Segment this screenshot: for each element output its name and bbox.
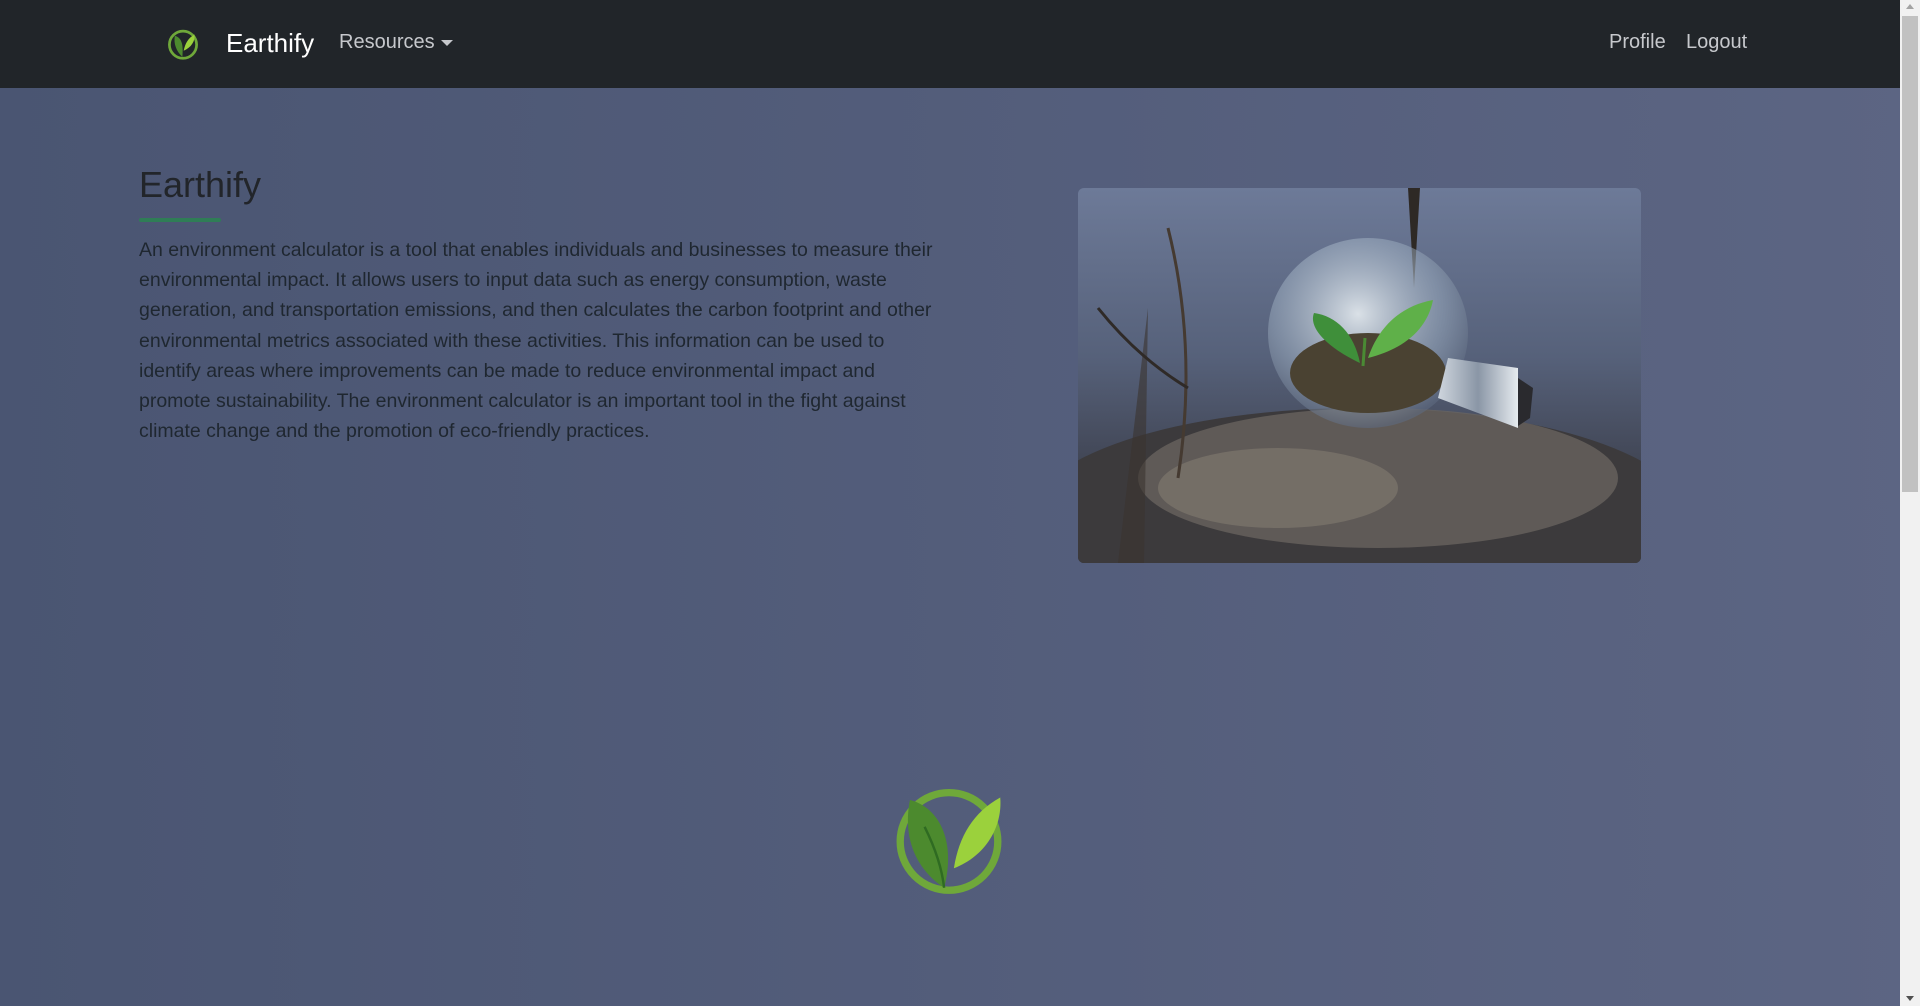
scroll-up-icon[interactable] xyxy=(1906,4,1914,9)
scrollbar-thumb[interactable] xyxy=(1902,16,1918,492)
profile-link[interactable]: Profile xyxy=(1609,31,1666,54)
title-underline xyxy=(139,218,221,222)
page-title: Earthify xyxy=(139,164,262,205)
description-text: An environment calculator is a tool that… xyxy=(139,239,933,443)
top-navbar: Earthify Resources Profile Logout xyxy=(0,0,1900,88)
lightbulb-plant-photo xyxy=(1078,188,1641,563)
logout-link[interactable]: Logout xyxy=(1686,31,1747,54)
scroll-down-icon[interactable] xyxy=(1906,996,1914,1001)
brand-name[interactable]: Earthify xyxy=(226,28,314,59)
resources-dropdown[interactable]: Resources xyxy=(339,31,453,54)
leaf-circle-icon[interactable] xyxy=(166,27,200,61)
leaf-circle-icon xyxy=(896,788,1002,894)
chevron-down-icon xyxy=(440,39,453,46)
resources-label: Resources xyxy=(339,31,435,53)
